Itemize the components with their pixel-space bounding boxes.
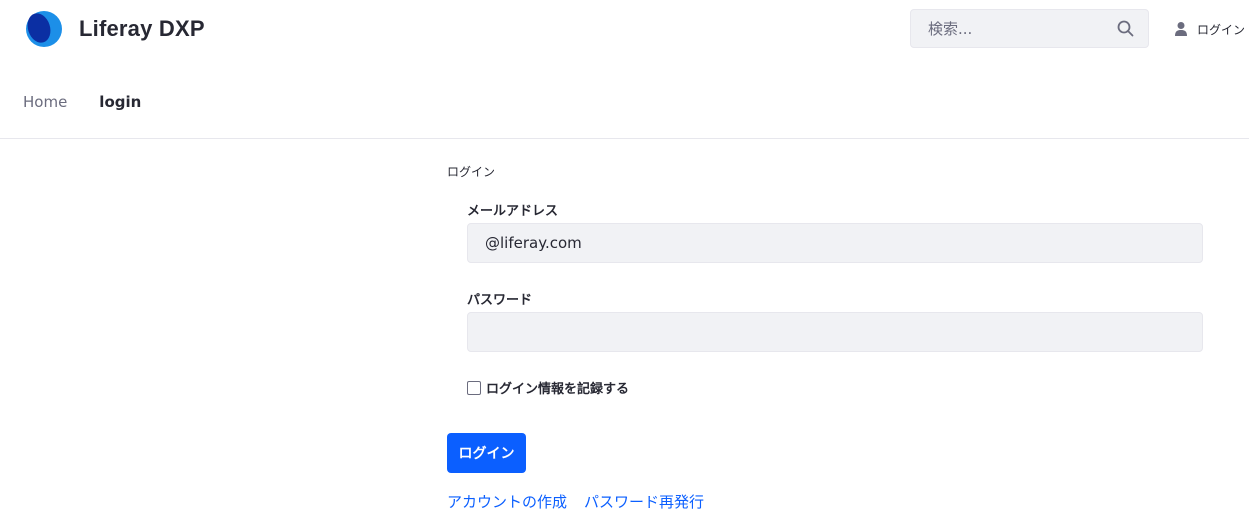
main-navigation: Home login xyxy=(23,92,173,112)
login-links: アカウントの作成 パスワード再発行 xyxy=(447,491,721,512)
liferay-logo-icon[interactable] xyxy=(23,10,63,48)
site-name[interactable]: Liferay DXP xyxy=(79,15,205,43)
nav-item-home[interactable]: Home xyxy=(23,92,67,112)
user-login-label: ログイン xyxy=(1197,22,1246,37)
nav-item-login[interactable]: login xyxy=(99,92,141,112)
remember-me-label[interactable]: ログイン情報を記録する xyxy=(486,378,629,397)
forgot-password-link[interactable]: パスワード再発行 xyxy=(584,491,704,512)
email-label: メールアドレス xyxy=(467,204,559,219)
login-portlet-title: ログイン xyxy=(447,165,496,179)
search-box xyxy=(910,9,1149,48)
password-label: パスワード xyxy=(467,293,533,308)
user-login-link[interactable]: ログイン xyxy=(1174,19,1245,39)
site-header: Liferay DXP ログイン Home login xyxy=(0,0,1249,139)
login-button[interactable]: ログイン xyxy=(447,433,526,473)
search-input[interactable] xyxy=(911,10,1111,47)
remember-me: ログイン情報を記録する xyxy=(467,378,629,397)
password-field[interactable] xyxy=(467,312,1203,352)
user-icon xyxy=(1175,22,1187,36)
create-account-link[interactable]: アカウントの作成 xyxy=(447,491,567,512)
search-icon[interactable] xyxy=(1117,20,1134,37)
remember-me-checkbox[interactable] xyxy=(467,380,481,395)
email-field[interactable] xyxy=(467,223,1203,263)
